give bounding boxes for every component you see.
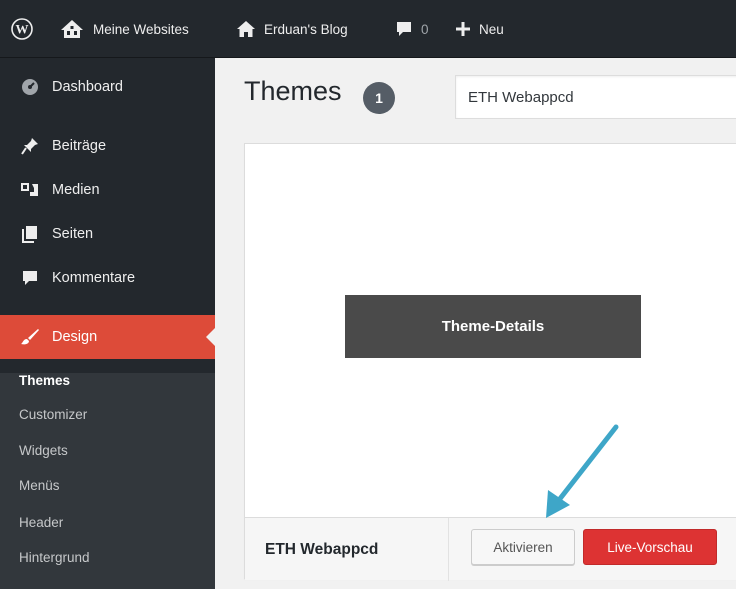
admin-sidebar: Dashboard Beiträge Medien Seiten Komment… <box>0 58 215 589</box>
sidebar-item-pages[interactable]: Seiten <box>0 212 215 256</box>
comment-bubble-icon <box>395 20 413 38</box>
comments-menu[interactable]: 0 <box>395 0 429 58</box>
plus-icon <box>455 21 471 37</box>
live-preview-button[interactable]: Live-Vorschau <box>583 529 717 565</box>
site-name-menu[interactable]: Erduan's Blog <box>236 0 348 58</box>
submenu-item-background[interactable]: Hintergrund <box>19 550 90 565</box>
comment-bubble-icon <box>20 268 40 288</box>
new-content-menu[interactable]: Neu <box>455 0 504 58</box>
sidebar-item-label: Kommentare <box>52 270 136 286</box>
pages-icon <box>20 224 40 244</box>
page-title: Themes <box>244 76 342 106</box>
sidebar-item-label: Seiten <box>52 226 94 242</box>
pushpin-icon <box>20 136 40 156</box>
submenu-item-customizer[interactable]: Customizer <box>19 407 87 422</box>
theme-footer: ETH Webappcd Aktivieren Live-Vorschau <box>245 517 736 581</box>
sidebar-item-dashboard[interactable]: Dashboard <box>0 65 215 109</box>
theme-name: ETH Webappcd <box>265 540 379 558</box>
wordpress-logo-icon: W <box>11 18 33 40</box>
wordpress-menu[interactable]: W <box>11 0 33 58</box>
theme-card[interactable]: Theme-Details ETH Webappcd Aktivieren Li… <box>244 143 736 581</box>
footer-divider <box>448 518 449 581</box>
themes-count-badge: 1 <box>363 82 395 114</box>
theme-screenshot[interactable]: Theme-Details <box>245 144 736 517</box>
submenu-item-header[interactable]: Header <box>19 515 63 530</box>
sidebar-item-design[interactable]: Design <box>0 315 215 359</box>
new-content-label: Neu <box>479 21 504 37</box>
admin-bar: W Meine Websites Erduan's Blog 0 Neu <box>0 0 736 58</box>
my-sites-label: Meine Websites <box>93 21 189 37</box>
dashboard-gauge-icon <box>20 77 40 97</box>
svg-text:W: W <box>16 22 29 37</box>
paintbrush-icon <box>20 327 40 347</box>
sidebar-item-posts[interactable]: Beiträge <box>0 124 215 168</box>
design-submenu: Themes Customizer Widgets Menüs Header H… <box>0 373 215 589</box>
activate-button[interactable]: Aktivieren <box>471 529 575 565</box>
site-name-label: Erduan's Blog <box>264 21 348 37</box>
theme-details-button[interactable]: Theme-Details <box>345 295 641 358</box>
theme-search-input[interactable] <box>455 75 736 119</box>
media-camera-icon <box>20 180 40 200</box>
sidebar-item-label: Beiträge <box>52 138 107 154</box>
my-sites-menu[interactable]: Meine Websites <box>59 0 189 58</box>
submenu-item-menus[interactable]: Menüs <box>19 478 60 493</box>
sidebar-item-comments[interactable]: Kommentare <box>0 256 215 300</box>
comments-count: 0 <box>421 21 429 37</box>
sidebar-item-label: Design <box>52 329 98 345</box>
sidebar-item-label: Medien <box>52 182 100 198</box>
multisite-houses-icon <box>59 19 85 39</box>
submenu-item-widgets[interactable]: Widgets <box>19 443 68 458</box>
submenu-item-themes[interactable]: Themes <box>19 373 70 388</box>
home-icon <box>236 20 256 38</box>
sidebar-item-label: Dashboard <box>52 79 123 95</box>
sidebar-item-media[interactable]: Medien <box>0 168 215 212</box>
